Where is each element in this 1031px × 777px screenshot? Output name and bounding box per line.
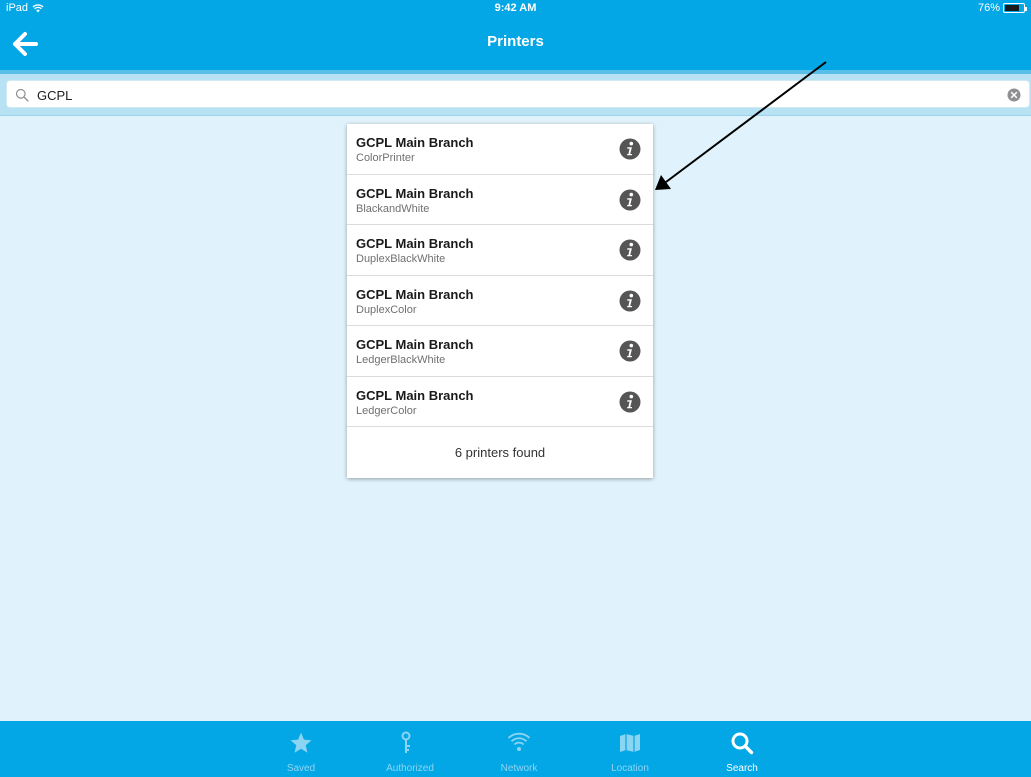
tab-saved[interactable]: Saved — [266, 721, 336, 777]
result-row[interactable]: GCPL Main Branch DuplexColor — [347, 276, 653, 326]
back-button[interactable] — [12, 30, 42, 58]
tab-location[interactable]: Location — [595, 721, 665, 777]
info-circle-icon[interactable] — [619, 138, 641, 160]
result-row[interactable]: GCPL Main Branch ColorPrinter — [347, 124, 653, 175]
row-title: GCPL Main Branch — [356, 135, 474, 150]
row-subtitle: LedgerBlackWhite — [356, 354, 446, 366]
printers-screen: iPad 9:42 AM 76% Printers GCPL GCPL Main… — [0, 0, 1031, 777]
tab-network[interactable]: Network — [484, 721, 554, 777]
result-row[interactable]: GCPL Main Branch LedgerBlackWhite — [347, 326, 653, 377]
info-circle-icon[interactable] — [619, 391, 641, 413]
magnifier-icon — [15, 88, 29, 102]
search-bar — [0, 70, 1031, 116]
status-bar: iPad 9:42 AM 76% — [0, 0, 1031, 18]
row-subtitle: DuplexBlackWhite — [356, 253, 446, 265]
search-icon — [731, 732, 754, 755]
row-title: GCPL Main Branch — [356, 387, 474, 403]
info-circle-icon[interactable] — [619, 239, 641, 261]
row-title: GCPL Main Branch — [356, 185, 474, 201]
map-icon — [620, 734, 640, 752]
navigation-bar: Printers — [0, 18, 1031, 70]
tab-label: Saved — [286, 763, 316, 774]
key-icon — [401, 731, 411, 753]
tab-bar: Saved Authorized Network Location Search — [0, 721, 1031, 777]
row-subtitle: ColorPrinter — [356, 152, 415, 164]
tab-authorized[interactable]: Authorized — [375, 721, 445, 777]
info-circle-icon[interactable] — [619, 340, 641, 362]
tab-label: Search — [726, 763, 758, 774]
row-subtitle: DuplexColor — [356, 303, 417, 316]
search-box[interactable] — [6, 80, 1030, 108]
wifi-icon — [507, 732, 531, 751]
page-title: Printers — [487, 33, 544, 50]
status-time: 9:42 AM — [494, 2, 537, 14]
battery-icon — [1003, 3, 1027, 13]
info-circle-icon[interactable] — [619, 290, 641, 312]
row-subtitle: BlackandWhite — [356, 202, 430, 215]
info-circle-icon[interactable] — [619, 189, 641, 211]
battery-level — [1005, 5, 1019, 11]
result-row[interactable]: GCPL Main Branch LedgerColor — [347, 377, 653, 427]
star-icon — [290, 732, 312, 753]
search-input[interactable] — [37, 84, 997, 106]
tab-search[interactable]: Search — [707, 721, 777, 777]
tab-label: Location — [611, 763, 649, 774]
arrow-left-icon — [13, 32, 38, 56]
results-count: 6 printers found — [454, 445, 546, 460]
row-title: GCPL Main Branch — [356, 337, 474, 352]
row-title: GCPL Main Branch — [356, 236, 474, 251]
result-row[interactable]: GCPL Main Branch BlackandWhite — [347, 175, 653, 225]
result-row[interactable]: GCPL Main Branch DuplexBlackWhite — [347, 225, 653, 276]
clear-circle-icon[interactable] — [1007, 88, 1021, 102]
row-subtitle: LedgerColor — [356, 404, 417, 417]
printer-results-list: GCPL Main Branch ColorPrinter GCPL Main … — [347, 124, 653, 478]
tab-label: Network — [500, 763, 538, 774]
battery-percent: 76% — [977, 2, 1000, 14]
tab-label: Authorized — [386, 763, 434, 774]
status-right: 76% — [977, 2, 1027, 14]
row-title: GCPL Main Branch — [356, 286, 474, 302]
